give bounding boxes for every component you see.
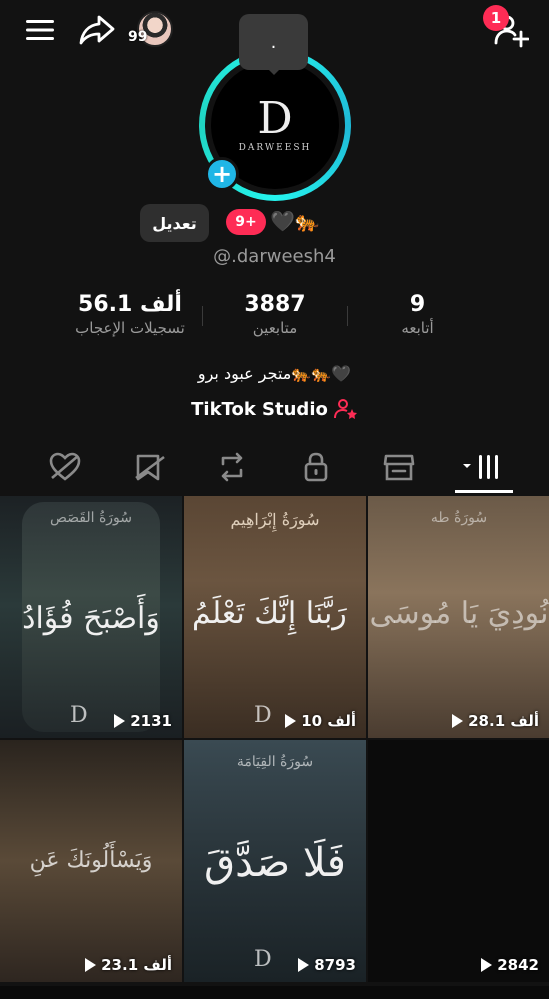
video-thumbnail[interactable]: سُورَةُ القِيَامَة فَلَا صَدَّقَ D 8793 [184, 740, 366, 982]
following-value: 9 [409, 292, 426, 317]
badge-emojis: 🖤🐅 [270, 209, 320, 233]
tab-shop[interactable] [377, 448, 421, 486]
profile-tabs [0, 440, 549, 495]
following-label: أتابعه [401, 319, 434, 337]
tiktok-studio-link[interactable]: TikTok Studio [0, 398, 549, 420]
studio-person-star-icon [333, 399, 357, 419]
watermark: D [70, 703, 88, 728]
view-count: 2842 [481, 956, 539, 974]
play-icon [481, 958, 493, 972]
play-icon [285, 714, 297, 728]
surah-label: سُورَةُ إِبْرَاهِيم [230, 510, 320, 529]
bottom-strip [0, 986, 549, 999]
followers-label: متابعين [252, 319, 298, 337]
followers-value: 3887 [244, 292, 306, 317]
repost-icon [221, 452, 243, 482]
video-title: وَيَسْأَلُونَكَ عَنِ [29, 848, 153, 873]
play-icon [85, 958, 97, 972]
tab-videos[interactable] [459, 448, 509, 486]
surah-label: سُورَةُ القِيَامَة [236, 754, 314, 770]
shop-icon [383, 454, 415, 481]
view-count: 28.1 ألف [452, 712, 539, 730]
play-icon [452, 714, 464, 728]
surah-label: سُورَةُ طه [430, 510, 488, 526]
video-thumbnail[interactable]: وَيَسْأَلُونَكَ عَنِ 23.1 ألف [0, 740, 182, 982]
favorites-hidden-icon [135, 454, 165, 481]
video-thumbnail[interactable]: 2842 [368, 740, 549, 982]
watermark: D [254, 703, 272, 728]
view-count: 2131 [114, 712, 172, 730]
tab-private[interactable] [294, 448, 338, 486]
edit-profile-button[interactable]: تعديل [140, 204, 209, 242]
notification-badge: 1 [483, 5, 509, 31]
video-title: فَلَا صَدَّقَ [204, 840, 346, 886]
watermark: D [254, 947, 272, 972]
friend-count: 99 [128, 29, 148, 45]
liked-hidden-icon [49, 452, 81, 481]
stat-following[interactable]: 9 أتابعه [350, 292, 485, 337]
stat-divider [202, 306, 203, 326]
add-story-button[interactable]: + [205, 157, 239, 191]
menu-icon[interactable] [22, 12, 58, 48]
play-icon [298, 958, 310, 972]
stat-divider [347, 306, 348, 326]
view-count: 23.1 ألف [85, 956, 172, 974]
play-icon [114, 714, 126, 728]
bio-text: متجر عبود برو🐅🐅🖤 [197, 364, 352, 383]
video-thumbnail[interactable]: سُورَةُ طه نُودِيَ يَا مُوسَى 28.1 ألف [368, 496, 549, 738]
likes-label: تسجيلات الإعجاب [75, 319, 185, 337]
tab-favorites[interactable] [128, 448, 172, 486]
stat-likes[interactable]: 56.1 ألف تسجيلات الإعجاب [60, 292, 200, 337]
active-tab-indicator [455, 490, 513, 493]
share-icon[interactable] [78, 12, 116, 48]
stats-row: 56.1 ألف تسجيلات الإعجاب 3887 متابعين 9 … [0, 292, 549, 352]
video-thumbnail[interactable]: سُورَةُ القَصَص وَأَصْبَحَ فُؤَادُ D 213… [0, 496, 182, 738]
video-title: وَأَصْبَحَ فُؤَادُ [22, 601, 160, 636]
view-count: 10 ألف [285, 712, 356, 730]
videos-grid-icon [463, 455, 498, 479]
stat-followers[interactable]: 3887 متابعين [205, 292, 345, 337]
story-note-bubble[interactable]: . [239, 14, 308, 70]
likes-value: 56.1 ألف [78, 292, 182, 317]
video-title: رَبَّنَا إِنَّكَ تَعْلَمُ [192, 596, 347, 631]
tab-reposts[interactable] [210, 448, 254, 486]
level-badge[interactable]: 9+ [226, 209, 266, 235]
video-thumbnail[interactable]: سُورَةُ إِبْرَاهِيم رَبَّنَا إِنَّكَ تَع… [184, 496, 366, 738]
tab-liked[interactable] [43, 448, 87, 486]
video-title: نُودِيَ يَا مُوسَى [369, 596, 549, 631]
surah-label: سُورَةُ القَصَص [49, 510, 133, 526]
studio-label: TikTok Studio [191, 398, 328, 420]
bubble-tail [266, 67, 282, 75]
username[interactable]: @.darweesh4 [0, 246, 549, 267]
logo-name: DARWEESH [238, 143, 312, 153]
lock-icon [304, 452, 328, 482]
view-count: 8793 [298, 956, 356, 974]
logo-letter: D [257, 93, 293, 144]
